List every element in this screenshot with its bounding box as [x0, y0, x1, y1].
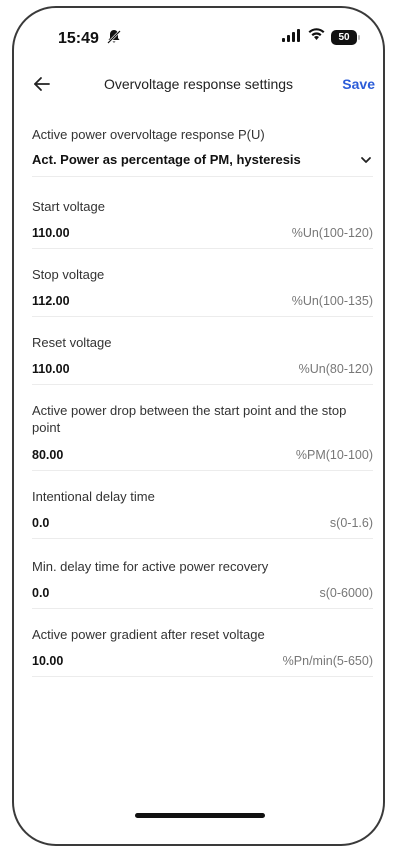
intentional-delay-input[interactable]: 0.0: [32, 516, 49, 530]
intentional-delay-label: Intentional delay time: [32, 489, 155, 504]
power-gradient-input[interactable]: 10.00: [32, 654, 63, 668]
home-indicator[interactable]: [135, 813, 265, 818]
stop-voltage-label: Stop voltage: [32, 267, 105, 282]
stop-voltage-range: %Un(100-135): [291, 294, 373, 308]
stop-voltage-input[interactable]: 112.00: [32, 294, 70, 308]
signal-icon: [282, 29, 302, 45]
divider: [32, 608, 373, 609]
power-drop-range: %PM(10-100): [295, 448, 373, 462]
divider: [32, 676, 373, 677]
status-bar: 15:49 50: [14, 8, 383, 52]
power-drop-label: Active power drop between the start poin…: [32, 403, 347, 435]
bell-slash-icon: [107, 29, 121, 50]
power-gradient-field: Active power gradient after reset voltag…: [32, 626, 373, 684]
power-gradient-range: %Pn/min(5-650): [282, 654, 373, 668]
divider: [32, 176, 373, 177]
chevron-down-icon[interactable]: [359, 153, 373, 167]
power-gradient-label: Active power gradient after reset voltag…: [32, 627, 265, 642]
status-time: 15:49: [58, 30, 99, 47]
start-voltage-field: Start voltage 110.00 %Un(100-120): [32, 198, 373, 256]
reset-voltage-input[interactable]: 110.00: [32, 362, 70, 376]
power-drop-field: Active power drop between the start poin…: [32, 402, 373, 478]
intentional-delay-field: Intentional delay time 0.0 s(0-1.6): [32, 488, 373, 546]
start-voltage-range: %Un(100-120): [291, 226, 373, 240]
mode-label: Active power overvoltage response P(U): [32, 127, 265, 142]
start-voltage-label: Start voltage: [32, 199, 105, 214]
divider: [32, 316, 373, 317]
reset-voltage-range: %Un(80-120): [298, 362, 373, 376]
wifi-icon: [308, 28, 325, 46]
recovery-delay-label: Min. delay time for active power recover…: [32, 559, 269, 574]
save-button[interactable]: Save: [342, 76, 375, 92]
page-title: Overvoltage response settings: [103, 76, 294, 92]
power-drop-input[interactable]: 80.00: [32, 448, 63, 462]
start-voltage-input[interactable]: 110.00: [32, 226, 70, 240]
recovery-delay-range: s(0-6000): [319, 586, 374, 600]
mode-select-field[interactable]: Active power overvoltage response P(U) A…: [32, 126, 373, 182]
phone-frame: 15:49 50 Overvoltage response settings S…: [12, 6, 385, 846]
divider: [32, 384, 373, 385]
divider: [32, 470, 373, 471]
mode-select-value[interactable]: Act. Power as percentage of PM, hysteres…: [32, 152, 301, 167]
recovery-delay-input[interactable]: 0.0: [32, 586, 49, 600]
top-app-bar: Overvoltage response settings Save: [14, 68, 383, 102]
divider: [32, 538, 373, 539]
reset-voltage-field: Reset voltage 110.00 %Un(80-120): [32, 334, 373, 392]
divider: [32, 248, 373, 249]
recovery-delay-field: Min. delay time for active power recover…: [32, 558, 373, 616]
intentional-delay-range: s(0-1.6): [329, 516, 373, 530]
reset-voltage-label: Reset voltage: [32, 335, 112, 350]
stop-voltage-field: Stop voltage 112.00 %Un(100-135): [32, 266, 373, 324]
battery-icon: 50: [331, 29, 360, 45]
